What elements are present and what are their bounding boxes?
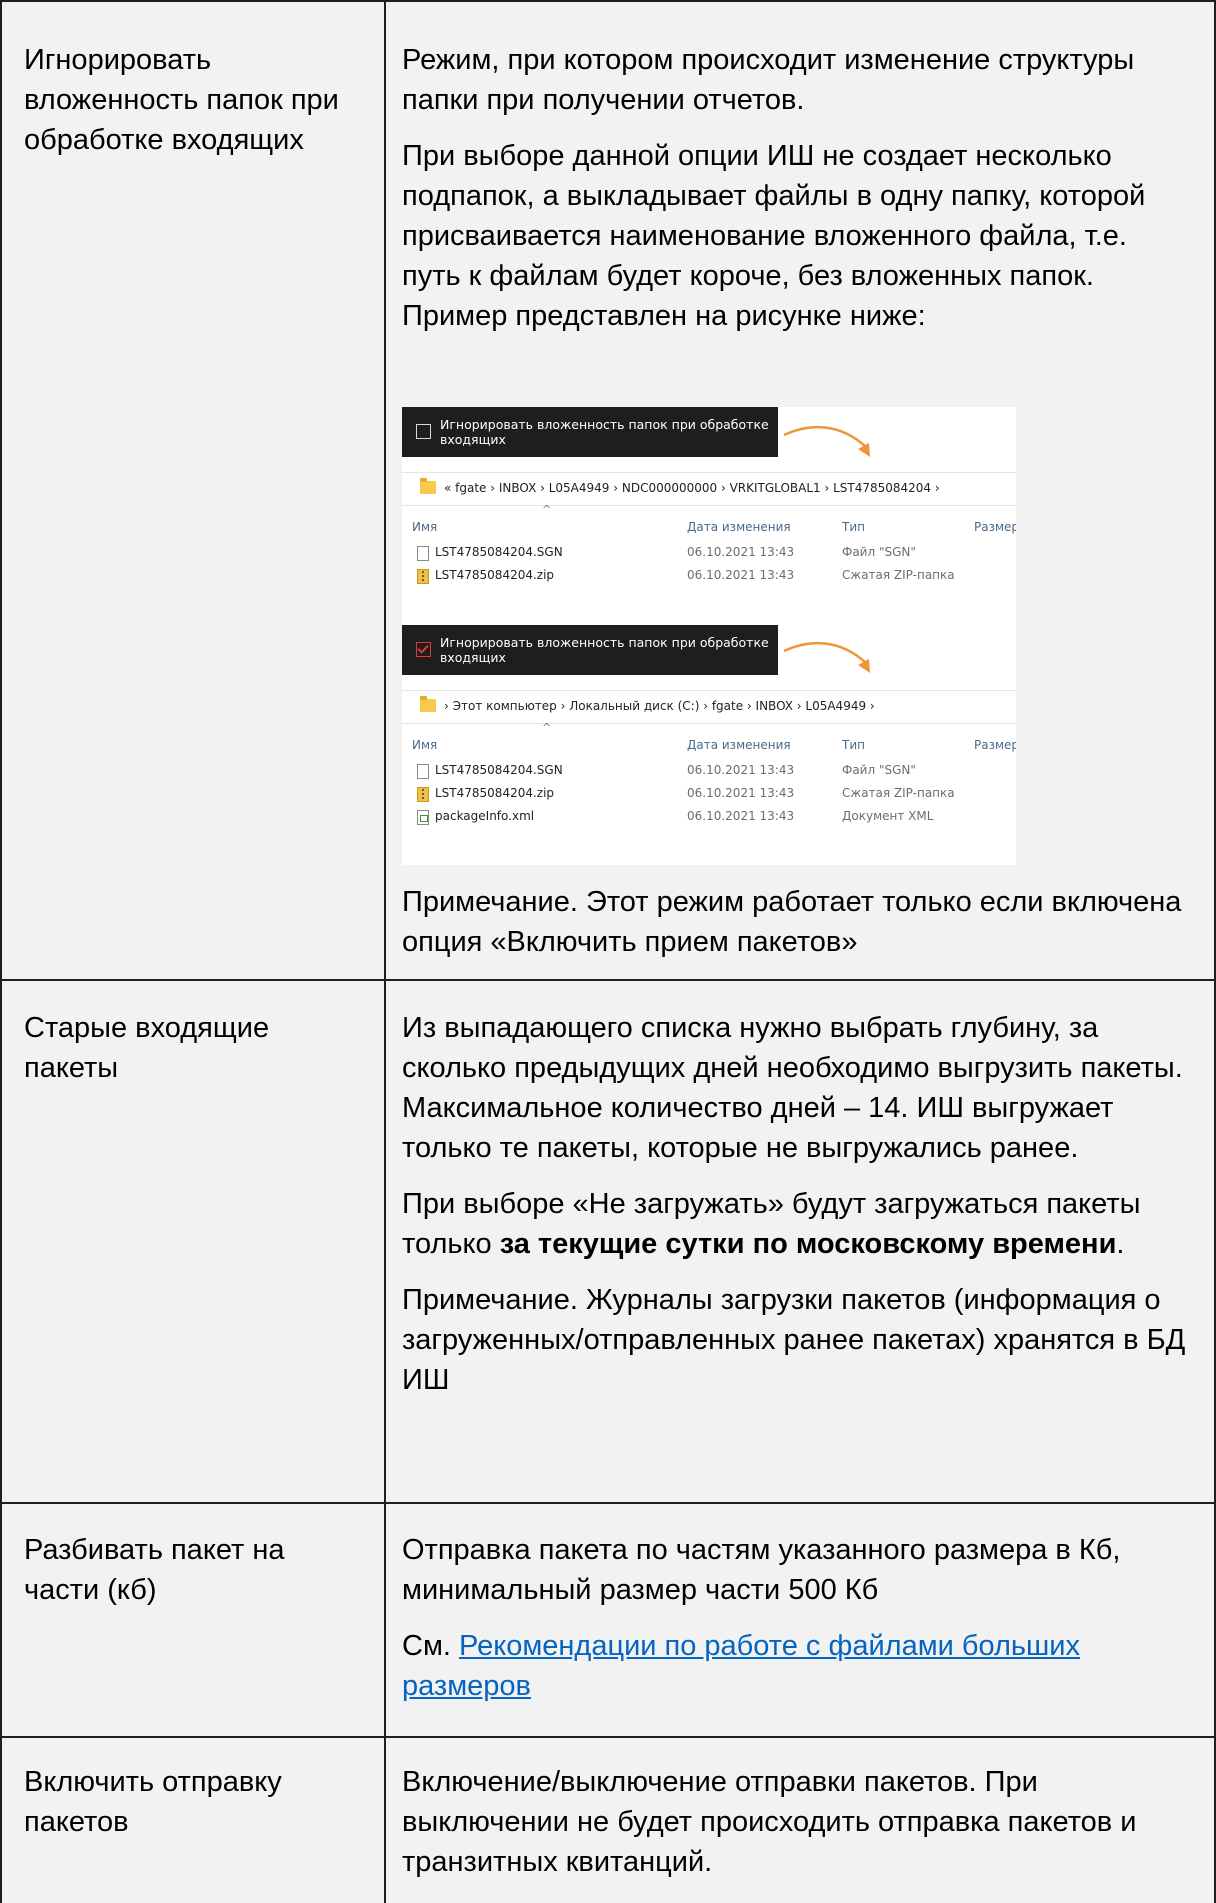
column-type: Тип	[842, 520, 865, 534]
description-paragraph: При выборе «Не загружать» будут загружат…	[402, 1184, 1192, 1264]
grid-top-border	[0, 0, 1216, 2]
file-date: 06.10.2021 13:43	[687, 786, 795, 800]
description-paragraph: Режим, при котором происходит изменение …	[402, 44, 1135, 116]
description-paragraph: См. Рекомендации по работе с файлами бол…	[402, 1626, 1192, 1706]
file-icon	[417, 764, 429, 779]
description-paragraph: Отправка пакета по частям указанного раз…	[402, 1534, 1121, 1606]
column-date: Дата изменения	[687, 738, 791, 752]
file-name: LST4785084204.zip	[435, 568, 555, 582]
text-span: См.	[402, 1630, 459, 1662]
zip-icon	[417, 569, 429, 584]
arrow-icon	[783, 641, 870, 673]
file-name: LST4785084204.zip	[435, 786, 555, 800]
file-row: LST4785084204.SGN 06.10.2021 13:43 Файл …	[402, 545, 1016, 563]
sort-caret-icon: ^	[542, 503, 552, 516]
setting-name: Старые входящие пакеты	[24, 1012, 270, 1084]
description-paragraph: Из выпадающего списка нужно выбрать глуб…	[402, 1012, 1183, 1164]
column-size: Размер	[974, 520, 1016, 534]
file-name: packageInfo.xml	[435, 809, 535, 823]
column-name: Имя	[412, 738, 438, 752]
setting-name: Включить отправку пакетов	[24, 1766, 282, 1838]
description-paragraph: Примечание. Журналы загрузки пакетов (ин…	[402, 1284, 1186, 1396]
folder-example-screenshot: Игнорировать вложенность папок при обраб…	[402, 407, 1016, 865]
setting-note: Примечание. Этот режим работает только е…	[402, 886, 1182, 958]
file-type: Файл "SGN"	[842, 763, 916, 777]
file-row: LST4785084204.SGN 06.10.2021 13:43 Файл …	[402, 763, 1016, 781]
file-name: LST4785084204.SGN	[435, 763, 563, 777]
checkbox-label: Игнорировать вложенность папок при обраб…	[440, 635, 769, 665]
file-date: 06.10.2021 13:43	[687, 568, 795, 582]
setting-description: Включение/выключение отправки пакетов. П…	[402, 1762, 1192, 1882]
description-paragraph: При выборе данной опции ИШ не создает не…	[402, 140, 1146, 332]
column-size: Размер	[974, 738, 1016, 752]
grid-row-divider	[0, 1736, 1216, 1738]
file-row: LST4785084204.zip 06.10.2021 13:43 Сжата…	[402, 786, 1016, 804]
file-icon	[417, 546, 429, 561]
arrow-icon	[783, 425, 870, 457]
file-type: Файл "SGN"	[842, 545, 916, 559]
zip-icon	[417, 787, 429, 802]
checkbar-bottom: Игнорировать вложенность папок при обраб…	[402, 625, 778, 675]
settings-table: Игнорировать вложенность папок при обраб…	[0, 0, 1216, 1903]
grid-row-divider	[0, 979, 1216, 981]
setting-description: Отправка пакета по частям указанного раз…	[402, 1530, 1192, 1706]
file-name: LST4785084204.SGN	[435, 545, 563, 559]
bold-text: за текущие сутки по московскому времени	[499, 1228, 1117, 1260]
recommendations-link[interactable]: Рекомендации по работе с файлами больших…	[402, 1630, 1080, 1702]
file-date: 06.10.2021 13:43	[687, 545, 795, 559]
folder-icon	[420, 696, 436, 712]
file-type: Сжатая ZIP-папка	[842, 568, 955, 582]
file-type: Документ XML	[842, 809, 934, 823]
description-paragraph: Включение/выключение отправки пакетов. П…	[402, 1766, 1137, 1878]
checkbox-label: Игнорировать вложенность папок при обраб…	[440, 417, 769, 447]
checkbox-checked-icon	[416, 642, 431, 657]
path-text: › Этот компьютер › Локальный диск (C:) ›…	[444, 699, 875, 713]
setting-description: Из выпадающего списка нужно выбрать глуб…	[402, 1008, 1192, 1400]
file-row: packageInfo.xml 06.10.2021 13:43 Докумен…	[402, 809, 1016, 827]
file-date: 06.10.2021 13:43	[687, 763, 795, 777]
file-row: LST4785084204.zip 06.10.2021 13:43 Сжата…	[402, 568, 1016, 586]
column-type: Тип	[842, 738, 865, 752]
path-text: « fgate › INBOX › L05A4949 › NDC00000000…	[444, 481, 940, 495]
sort-caret-icon: ^	[542, 721, 552, 734]
column-name: Имя	[412, 520, 438, 534]
grid-column-divider	[384, 0, 386, 1903]
address-bar-bottom: › Этот компьютер › Локальный диск (C:) ›…	[402, 690, 1016, 724]
setting-name: Игнорировать вложенность папок при обраб…	[24, 44, 339, 156]
folder-icon	[420, 478, 436, 494]
setting-name: Разбивать пакет на части (кб)	[24, 1534, 285, 1606]
file-type: Сжатая ZIP-папка	[842, 786, 955, 800]
checkbox-unchecked-icon	[416, 424, 431, 439]
setting-description: Режим, при котором происходит изменение …	[402, 40, 1192, 336]
grid-left-border	[0, 0, 2, 1903]
column-date: Дата изменения	[687, 520, 791, 534]
file-date: 06.10.2021 13:43	[687, 809, 795, 823]
address-bar-top: « fgate › INBOX › L05A4949 › NDC00000000…	[402, 472, 1016, 506]
checkbar-top: Игнорировать вложенность папок при обраб…	[402, 407, 778, 457]
text-span: .	[1116, 1228, 1125, 1260]
xml-file-icon	[417, 810, 429, 825]
grid-row-divider	[0, 1502, 1216, 1504]
